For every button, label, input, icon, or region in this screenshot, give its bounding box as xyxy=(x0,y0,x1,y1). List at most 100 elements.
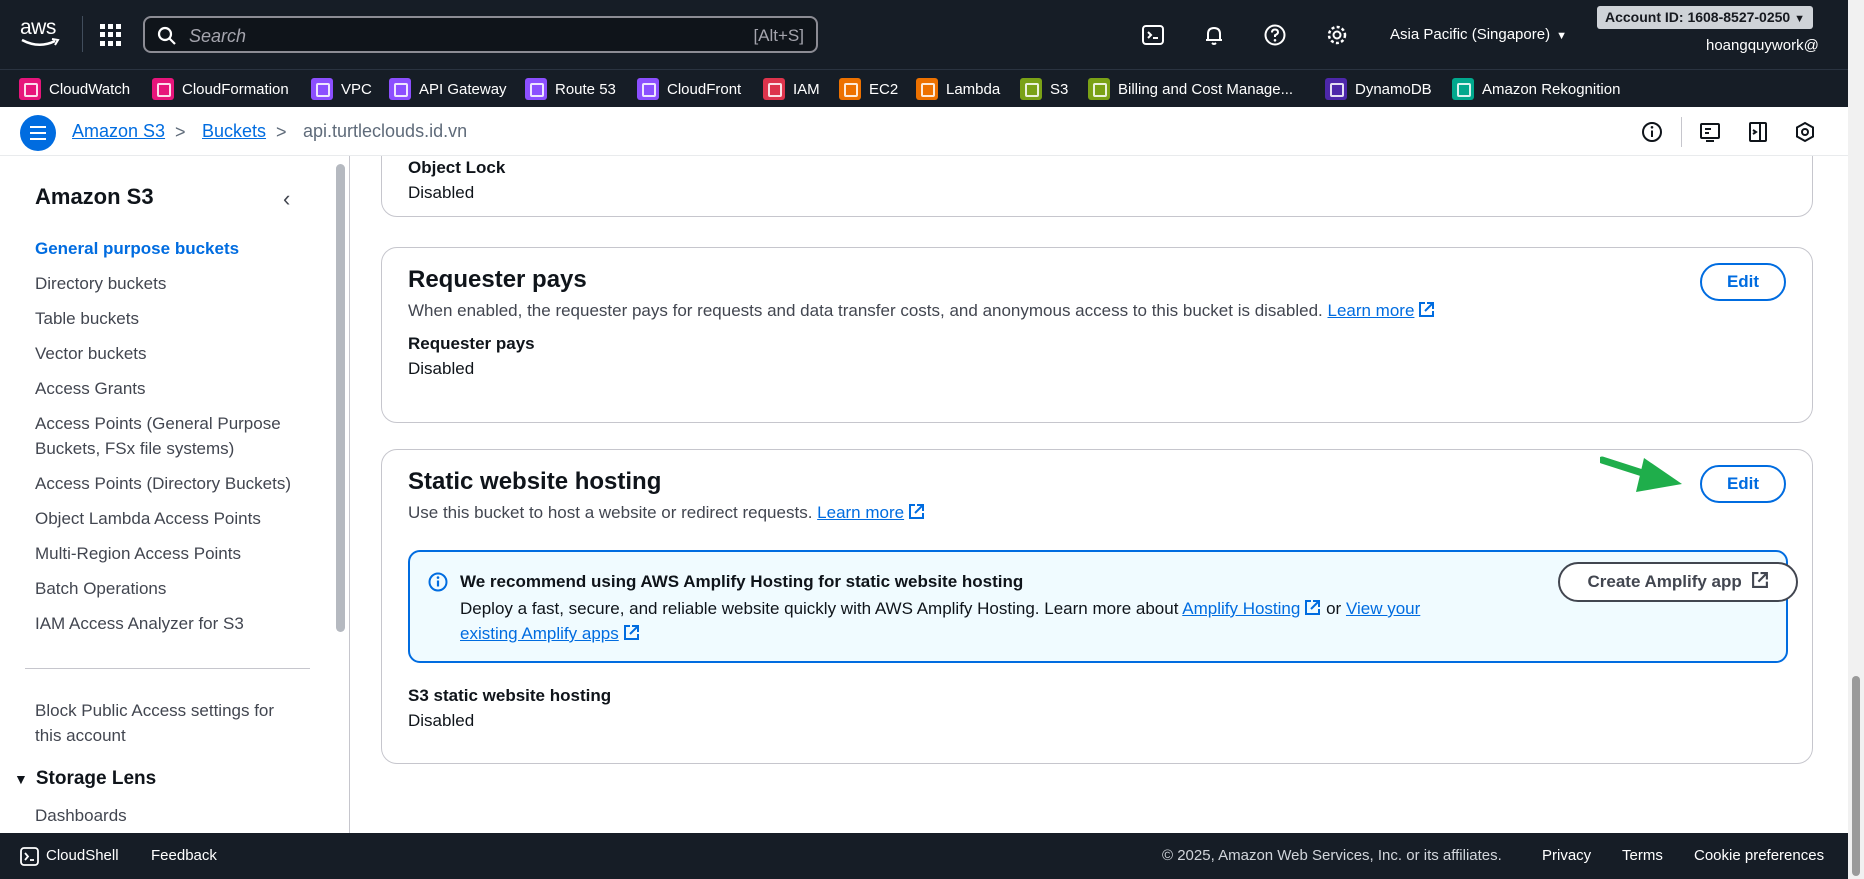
search-input[interactable]: Search [Alt+S] xyxy=(143,16,818,53)
favorite-label: Billing and Cost Manage... xyxy=(1118,80,1294,98)
footer-feedback[interactable]: Feedback xyxy=(151,847,217,864)
favorite-iam[interactable]: IAM xyxy=(763,77,820,101)
breadcrumb-amazon-s3[interactable]: Amazon S3 xyxy=(72,121,165,142)
gear-icon[interactable] xyxy=(1325,23,1349,47)
service-icon xyxy=(19,78,41,100)
requester-pays-title: Requester pays xyxy=(408,266,587,293)
favorite-api-gateway[interactable]: API Gateway xyxy=(389,77,507,101)
object-lock-value: Disabled xyxy=(408,183,475,202)
caret-down-icon: ▼ xyxy=(1794,13,1805,25)
chevron-right-icon: > xyxy=(175,122,186,142)
sidebar-item-directory-buckets[interactable]: Directory buckets xyxy=(35,271,300,296)
service-icon xyxy=(1452,78,1474,100)
favorite-ec2[interactable]: EC2 xyxy=(839,77,898,101)
breadcrumb-buckets[interactable]: Buckets xyxy=(202,121,266,142)
sidebar-title: Amazon S3 xyxy=(35,184,154,209)
caret-down-icon: ▼ xyxy=(14,771,28,787)
top-navigation: aws Search [Alt+S] Asia Pacific (Singapo… xyxy=(0,0,1848,69)
sidebar-item-block-public-access[interactable]: Block Public Access settings for this ac… xyxy=(35,698,300,748)
external-link-icon xyxy=(1305,600,1321,615)
favorite-label: VPC xyxy=(341,80,372,98)
learn-more-link[interactable]: Learn more xyxy=(1327,301,1414,320)
sidebar-section-storage-lens[interactable]: ▼ Storage Lens xyxy=(14,768,156,790)
notifications-panel-icon[interactable] xyxy=(1699,121,1721,143)
account-id-badge[interactable]: Account ID: 1608-8527-0250 ▼ xyxy=(1597,6,1813,29)
account-id: Account ID: 1608-8527-0250 xyxy=(1605,9,1791,25)
cloudshell-icon[interactable] xyxy=(20,847,39,866)
footer-privacy[interactable]: Privacy xyxy=(1542,847,1591,864)
sidebar-item-general-purpose-buckets[interactable]: General purpose buckets xyxy=(35,236,300,261)
static-hosting-key: S3 static website hosting xyxy=(408,686,612,705)
amplify-hosting-link[interactable]: Amplify Hosting xyxy=(1182,599,1300,618)
sidebar-item-access-points-general[interactable]: Access Points (General Purpose Buckets, … xyxy=(35,411,300,461)
collapse-sidebar-icon[interactable]: ‹ xyxy=(283,186,290,212)
external-link-icon xyxy=(623,625,639,640)
smile-icon xyxy=(21,38,60,46)
sidebar-scrollbar[interactable] xyxy=(336,164,345,632)
footer-terms[interactable]: Terms xyxy=(1622,847,1663,864)
sidebar-item-multi-region[interactable]: Multi-Region Access Points xyxy=(35,541,300,566)
alert-or-text: or xyxy=(1326,599,1342,618)
cloudshell-icon[interactable] xyxy=(1141,23,1165,47)
favorite-s3[interactable]: S3 xyxy=(1020,77,1068,101)
scrollbar-thumb[interactable] xyxy=(1852,676,1860,876)
help-icon[interactable] xyxy=(1263,23,1287,47)
static-hosting-value: Disabled xyxy=(408,711,475,730)
requester-pays-card: Requester pays Edit When enabled, the re… xyxy=(381,247,1813,423)
sidebar-item-iam-access-analyzer[interactable]: IAM Access Analyzer for S3 xyxy=(35,611,300,636)
split-panel-icon[interactable] xyxy=(1747,121,1769,143)
footer-copyright: © 2025, Amazon Web Services, Inc. or its… xyxy=(1162,847,1502,864)
sidebar-item-batch-operations[interactable]: Batch Operations xyxy=(35,576,300,601)
footer-cookie-preferences[interactable]: Cookie preferences xyxy=(1694,847,1824,864)
sidebar-item-access-points-directory[interactable]: Access Points (Directory Buckets) xyxy=(35,471,300,496)
button-label: Create Amplify app xyxy=(1587,572,1742,591)
favorite-billing-and-cost-manage[interactable]: Billing and Cost Manage... xyxy=(1088,77,1293,101)
favorite-cloudformation[interactable]: CloudFormation xyxy=(152,77,289,101)
favorite-label: S3 xyxy=(1050,80,1069,98)
amplify-info-alert: We recommend using AWS Amplify Hosting f… xyxy=(408,550,1798,663)
create-amplify-app-button[interactable]: Create Amplify app xyxy=(1558,562,1798,602)
favorite-label: CloudWatch xyxy=(49,80,131,98)
apps-grid-icon[interactable] xyxy=(100,24,122,46)
favorite-vpc[interactable]: VPC xyxy=(311,77,372,101)
favorite-cloudwatch[interactable]: CloudWatch xyxy=(19,77,130,101)
favorite-label: EC2 xyxy=(869,80,899,98)
service-icon xyxy=(763,78,785,100)
static-hosting-edit-button[interactable]: Edit xyxy=(1700,465,1786,503)
footer-cloudshell[interactable]: CloudShell xyxy=(46,847,119,864)
favorite-route-53[interactable]: Route 53 xyxy=(525,77,616,101)
favorite-lambda[interactable]: Lambda xyxy=(916,77,1000,101)
search-shortcut: [Alt+S] xyxy=(753,26,804,45)
breadcrumb: Amazon S3 > Buckets > api.turtleclouds.i… xyxy=(0,107,1848,156)
requester-pays-key: Requester pays xyxy=(408,334,535,353)
alert-body: Deploy a fast, secure, and reliable webs… xyxy=(460,596,1480,646)
settings-hex-icon[interactable] xyxy=(1794,121,1816,143)
favorite-label: CloudFront xyxy=(667,80,742,98)
sidebar-item-object-lambda[interactable]: Object Lambda Access Points xyxy=(35,506,300,531)
favorite-amazon-rekognition[interactable]: Amazon Rekognition xyxy=(1452,77,1620,101)
favorite-dynamodb[interactable]: DynamoDB xyxy=(1325,77,1432,101)
bell-icon[interactable] xyxy=(1202,23,1226,47)
footer: CloudShell Feedback © 2025, Amazon Web S… xyxy=(0,833,1848,879)
side-navigation: Amazon S3 ‹ General purpose buckets Dire… xyxy=(0,156,350,833)
favorite-label: CloudFormation xyxy=(182,80,289,98)
sidebar-item-table-buckets[interactable]: Table buckets xyxy=(35,306,300,331)
service-icon xyxy=(311,78,333,100)
search-placeholder: Search xyxy=(189,26,247,46)
info-icon[interactable] xyxy=(1641,121,1663,143)
user-menu[interactable]: hoangquywork@ xyxy=(1706,37,1819,54)
favorite-label: IAM xyxy=(793,80,820,98)
sidebar-item-dashboards[interactable]: Dashboards xyxy=(35,803,300,828)
service-icon xyxy=(389,78,411,100)
sidebar-item-access-grants[interactable]: Access Grants xyxy=(35,376,300,401)
page-scrollbar[interactable] xyxy=(1848,0,1864,879)
info-icon xyxy=(428,572,448,592)
external-link-icon xyxy=(909,504,925,519)
aws-logo[interactable]: aws xyxy=(20,17,62,50)
hamburger-menu-button[interactable] xyxy=(20,115,56,151)
favorite-cloudfront[interactable]: CloudFront xyxy=(637,77,741,101)
requester-pays-edit-button[interactable]: Edit xyxy=(1700,263,1786,301)
learn-more-link[interactable]: Learn more xyxy=(817,503,904,522)
sidebar-item-vector-buckets[interactable]: Vector buckets xyxy=(35,341,300,366)
region-selector[interactable]: Asia Pacific (Singapore) ▼ xyxy=(1390,26,1567,43)
